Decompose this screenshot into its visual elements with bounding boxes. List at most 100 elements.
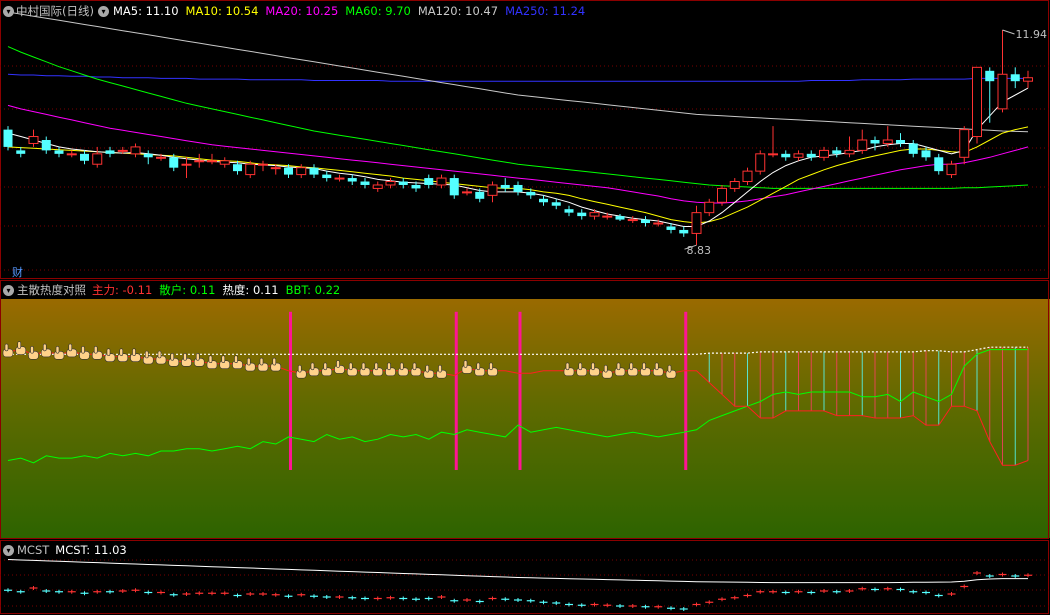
- candle-body: [959, 129, 970, 158]
- low-price-label: 8.83: [687, 244, 712, 257]
- ma10-label: MA10: 10.54: [185, 4, 259, 18]
- candle-body: [194, 160, 205, 163]
- ma20-label: MA20: 10.25: [265, 4, 339, 18]
- candle-body: [539, 198, 548, 203]
- mcst-collapse-icon[interactable]: ▾: [3, 544, 14, 556]
- hand-finger: [374, 362, 379, 371]
- candle-body: [589, 212, 600, 217]
- candle-body: [615, 216, 625, 220]
- candle-body: [322, 174, 332, 179]
- candle-body: [296, 167, 307, 176]
- hand-finger: [195, 353, 200, 361]
- main-force-label: 主力: -0.11: [92, 283, 153, 297]
- candle-body: [870, 140, 880, 144]
- candle-body: [729, 181, 740, 189]
- hand-finger: [259, 357, 264, 366]
- mcst-value-label: MCST: 11.03: [55, 543, 127, 557]
- ma5-label: MA5: 11.10: [112, 4, 179, 18]
- candle-body: [347, 178, 357, 182]
- candle-body: [679, 229, 689, 234]
- hand-finger: [297, 364, 302, 373]
- candle-body: [844, 149, 855, 155]
- hand-finger: [336, 360, 340, 368]
- hand-finger: [81, 345, 85, 354]
- candle-body: [857, 139, 868, 151]
- candle-body: [704, 201, 715, 214]
- candle-body: [219, 160, 230, 165]
- hand-finger: [106, 348, 111, 356]
- hand-finger: [489, 362, 493, 371]
- candle-body: [28, 136, 39, 144]
- hand-finger: [68, 343, 73, 352]
- hand-finger: [310, 362, 315, 371]
- mcst-line: [7, 559, 1028, 584]
- hand-finger: [399, 362, 404, 371]
- ma60-label: MA60: 9.70: [345, 4, 411, 18]
- candle-body: [66, 153, 77, 156]
- hand-finger: [208, 355, 213, 364]
- main-panel: [0, 0, 1049, 279]
- hand-finger: [246, 357, 251, 366]
- hand-finger: [476, 362, 481, 371]
- candle-body: [526, 191, 536, 196]
- candle-body: [513, 184, 523, 192]
- candle-body: [666, 226, 676, 230]
- candle-body: [997, 73, 1008, 110]
- hand-finger: [387, 362, 391, 371]
- hand-finger: [4, 343, 9, 352]
- candle-body: [1010, 74, 1020, 82]
- hand-finger: [17, 341, 22, 349]
- candle-body: [934, 157, 944, 172]
- hand-finger: [425, 364, 430, 373]
- hand-finger: [361, 362, 366, 371]
- candle-body: [258, 163, 268, 166]
- candle-body: [717, 187, 727, 203]
- candle-body: [245, 163, 256, 176]
- hand-finger: [591, 362, 595, 371]
- candle-body: [143, 153, 153, 158]
- finance-badge[interactable]: 财: [12, 264, 23, 280]
- candle-body: [207, 160, 217, 163]
- hand-finger: [93, 345, 98, 354]
- hand-finger: [234, 355, 238, 364]
- hand-finger: [667, 364, 672, 373]
- heat-label: 热度: 0.11: [222, 283, 279, 297]
- candle-body: [156, 156, 166, 159]
- kline-chart[interactable]: 11.94 8.83: [0, 0, 1050, 615]
- candle-body: [181, 163, 192, 166]
- hand-finger: [654, 362, 659, 371]
- candle-body: [921, 150, 931, 158]
- candle-body: [92, 153, 103, 165]
- hand-finger: [323, 362, 328, 371]
- candle-body: [908, 143, 918, 154]
- candle-body: [54, 150, 64, 154]
- heat-collapse-icon[interactable]: ▾: [3, 284, 14, 296]
- hand-finger: [132, 348, 136, 356]
- signal-bar: [684, 311, 688, 470]
- settings-dot-icon[interactable]: ▾: [97, 5, 109, 17]
- candle-body: [500, 184, 510, 189]
- candle-body: [742, 170, 753, 183]
- candle-body: [16, 150, 26, 154]
- candle-body: [882, 139, 893, 144]
- candle-body: [436, 177, 447, 186]
- candle-body: [551, 202, 561, 206]
- mcst-panel: [0, 540, 1049, 614]
- retail-label: 散户: 0.11: [159, 283, 216, 297]
- signal-bar: [454, 311, 458, 470]
- candle-body: [3, 129, 13, 147]
- collapse-arrow-icon[interactable]: ▾: [3, 5, 14, 17]
- hand-finger: [642, 362, 646, 371]
- candle-body: [169, 157, 179, 168]
- candle-body: [284, 167, 293, 175]
- candle-body: [462, 191, 472, 194]
- candle-body: [819, 149, 829, 158]
- candle-body: [372, 184, 383, 189]
- candle-body: [80, 153, 89, 161]
- candle-body: [832, 150, 842, 154]
- hand-finger: [183, 353, 187, 361]
- signal-bar: [289, 311, 292, 470]
- candle-body: [385, 181, 396, 186]
- candle-body: [309, 167, 319, 175]
- hand-finger: [30, 345, 34, 354]
